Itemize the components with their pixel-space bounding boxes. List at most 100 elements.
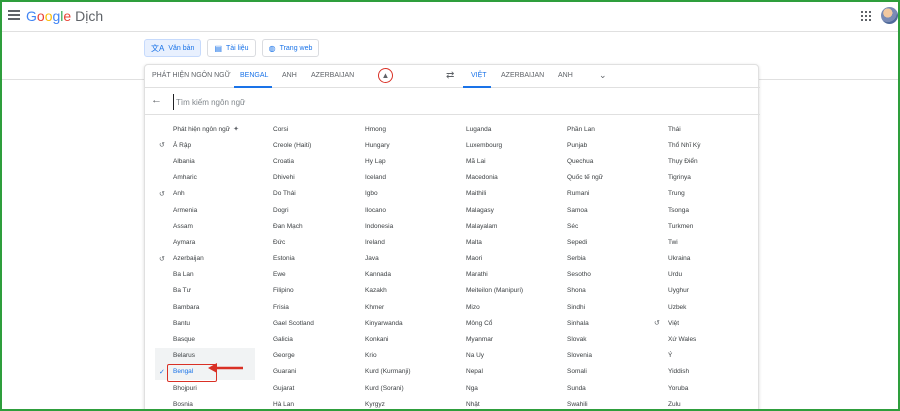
language-option[interactable]: Sepedi <box>567 234 667 250</box>
language-option[interactable]: Serbia <box>567 251 667 267</box>
language-option[interactable]: Guarani <box>273 364 373 380</box>
language-search-input[interactable] <box>173 94 473 110</box>
language-option[interactable]: Phần Lan <box>567 121 667 137</box>
language-option[interactable]: Kazakh <box>365 283 465 299</box>
language-option[interactable]: Croatia <box>273 153 373 169</box>
language-option[interactable]: Yoruba <box>668 380 768 396</box>
language-option[interactable]: Maithili <box>466 186 566 202</box>
language-option[interactable]: Turkmen <box>668 218 768 234</box>
language-option[interactable]: Corsi <box>273 121 373 137</box>
language-option[interactable]: Krio <box>365 348 465 364</box>
tab-target-azerbaijan[interactable]: AZERBAIJAN <box>501 72 544 79</box>
language-option[interactable]: Twi <box>668 234 768 250</box>
language-option[interactable]: Rumani <box>567 186 667 202</box>
language-option[interactable]: Bambara <box>155 299 255 315</box>
language-option[interactable]: Slovenia <box>567 348 667 364</box>
language-option[interactable]: Kyrgyz <box>365 396 465 409</box>
chevron-down-icon[interactable]: ⌄ <box>599 70 607 81</box>
language-option[interactable]: Maori <box>466 251 566 267</box>
language-option[interactable]: Frisia <box>273 299 373 315</box>
language-option[interactable]: Thụy Điển <box>668 153 768 169</box>
language-option[interactable]: Ewe <box>273 267 373 283</box>
language-option[interactable]: Quốc tế ngữ <box>567 170 667 186</box>
language-option[interactable]: Bosnia <box>155 396 255 409</box>
language-option[interactable]: Hungary <box>365 137 465 153</box>
language-option[interactable]: Macedonia <box>466 170 566 186</box>
language-option[interactable]: Creole (Haiti) <box>273 137 373 153</box>
language-option[interactable]: Dogri <box>273 202 373 218</box>
language-option[interactable]: Bantu <box>155 315 255 331</box>
language-option[interactable]: Xứ Wales <box>668 331 768 347</box>
language-option[interactable]: Slovak <box>567 331 667 347</box>
mode-text-button[interactable]: 文A Văn bản <box>144 39 202 57</box>
language-option[interactable]: Marathi <box>466 267 566 283</box>
language-option[interactable]: Punjab <box>567 137 667 153</box>
language-option[interactable]: Đức <box>273 234 373 250</box>
language-option[interactable]: Sindhi <box>567 299 667 315</box>
tab-target-vietnamese[interactable]: VIỆT <box>471 72 487 79</box>
language-option[interactable]: ↺ Azerbaijan <box>155 251 255 267</box>
language-option[interactable]: Aymara <box>155 234 255 250</box>
language-option[interactable]: Séc <box>567 218 667 234</box>
language-option[interactable]: Estonia <box>273 251 373 267</box>
language-option[interactable]: Amharic <box>155 170 255 186</box>
language-option[interactable]: Dhivehi <box>273 170 373 186</box>
language-option[interactable]: ↺ Ả Rập <box>155 137 255 153</box>
language-option[interactable]: Filipino <box>273 283 373 299</box>
language-option[interactable]: Trung <box>668 186 768 202</box>
language-option[interactable]: Belarus <box>155 347 255 364</box>
language-option[interactable]: Kurd (Kurmanji) <box>365 364 465 380</box>
language-option[interactable]: ↺ Việt <box>654 315 768 331</box>
tab-target-english[interactable]: ANH <box>558 72 573 79</box>
language-option[interactable]: Mông Cổ <box>466 315 566 331</box>
language-option[interactable]: Hà Lan <box>273 396 373 409</box>
language-option[interactable]: Uyghur <box>668 283 768 299</box>
language-option[interactable]: Armenia <box>155 202 255 218</box>
swap-languages-icon[interactable]: ⇄ <box>446 70 454 81</box>
language-option[interactable]: Tsonga <box>668 202 768 218</box>
chevron-up-icon[interactable]: ▲ <box>378 68 393 83</box>
language-option[interactable]: Do Thái <box>273 186 373 202</box>
language-option[interactable]: Bhojpuri <box>155 380 255 396</box>
language-option[interactable]: Nga <box>466 380 566 396</box>
language-option[interactable]: Gujarat <box>273 380 373 396</box>
language-option[interactable]: Swahili <box>567 396 667 409</box>
back-arrow-icon[interactable]: ← <box>151 94 162 106</box>
language-option[interactable]: Ý <box>668 348 768 364</box>
language-option[interactable]: Urdu <box>668 267 768 283</box>
language-option[interactable]: Luxembourg <box>466 137 566 153</box>
language-option[interactable]: Kannada <box>365 267 465 283</box>
language-option[interactable]: Khmer <box>365 299 465 315</box>
language-option[interactable]: Mã Lai <box>466 153 566 169</box>
language-option[interactable]: Shona <box>567 283 667 299</box>
language-option[interactable]: Hmong <box>365 121 465 137</box>
tab-source-bengal[interactable]: BENGAL <box>240 72 268 79</box>
language-option[interactable]: Malta <box>466 234 566 250</box>
language-option[interactable]: Mizo <box>466 299 566 315</box>
language-option[interactable]: Ba Lan <box>155 267 255 283</box>
language-option[interactable]: Albania <box>155 153 255 169</box>
tab-source-english[interactable]: ANH <box>282 72 297 79</box>
language-option[interactable]: Indonesia <box>365 218 465 234</box>
language-option[interactable]: Nepal <box>466 364 566 380</box>
tab-detect-language[interactable]: PHÁT HIỆN NGÔN NGỮ <box>152 72 231 79</box>
language-option[interactable]: Thái <box>668 121 768 137</box>
language-option[interactable]: Ireland <box>365 234 465 250</box>
language-option[interactable]: Sesotho <box>567 267 667 283</box>
language-option[interactable]: Myanmar <box>466 331 566 347</box>
language-option[interactable]: Malagasy <box>466 202 566 218</box>
apps-grid-icon[interactable] <box>861 11 871 21</box>
mode-website-button[interactable]: ◍ Trang web <box>261 39 320 57</box>
language-option[interactable]: Phát hiện ngôn ngữ ✦ <box>155 121 255 137</box>
language-option[interactable]: Đan Mạch <box>273 218 373 234</box>
tab-source-azerbaijan[interactable]: AZERBAIJAN <box>311 72 354 79</box>
language-option[interactable]: Java <box>365 251 465 267</box>
language-option[interactable]: Ba Tư <box>155 283 255 299</box>
language-option[interactable]: Gael Scotland <box>273 315 373 331</box>
language-option[interactable]: Na Uy <box>466 348 566 364</box>
language-option[interactable]: Sunda <box>567 380 667 396</box>
language-option[interactable]: Assam <box>155 218 255 234</box>
language-option[interactable]: Galicia <box>273 331 373 347</box>
language-option[interactable]: Malayalam <box>466 218 566 234</box>
language-option[interactable]: Thổ Nhĩ Kỳ <box>668 137 768 153</box>
